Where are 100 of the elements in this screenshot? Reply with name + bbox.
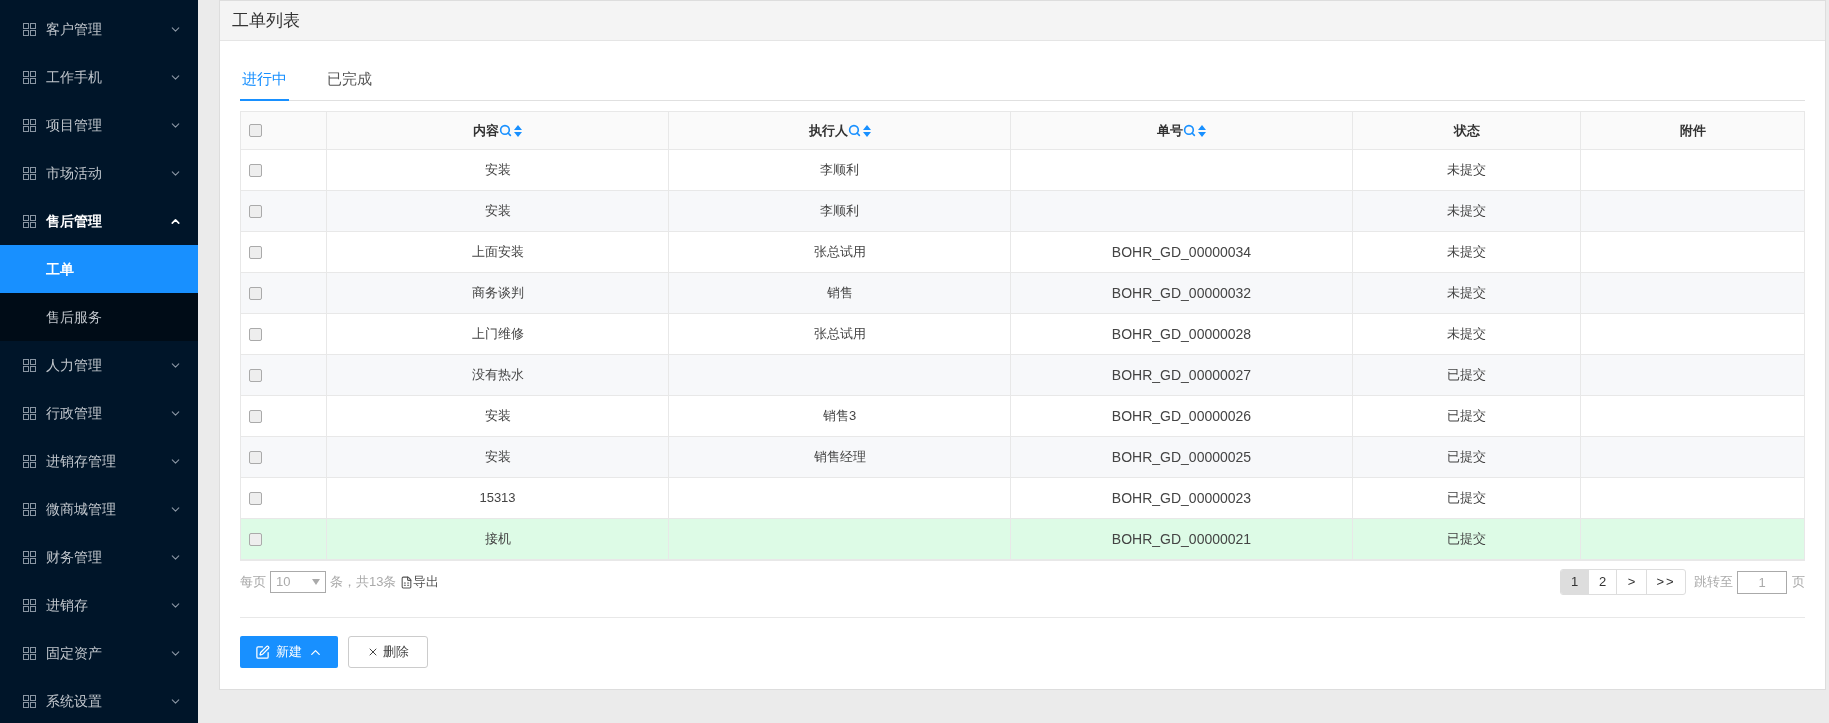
sidebar-item[interactable]: 市场活动: [0, 149, 198, 197]
sort-icon[interactable]: [514, 124, 522, 137]
grid-icon: [23, 22, 36, 36]
table-cell-text: 已提交: [1447, 448, 1486, 467]
table-cell-text: BOHR_GD_00000021: [1111, 529, 1252, 549]
checkbox[interactable]: [249, 491, 262, 505]
column-header: 单号: [1157, 121, 1183, 140]
sort-icon[interactable]: [862, 124, 871, 137]
grid-icon: [23, 214, 36, 228]
table-row[interactable]: 安装 销售3 BOHR_GD_00000026 已提交: [241, 396, 1804, 437]
grid-icon: [23, 694, 36, 708]
grid-icon: [23, 502, 36, 516]
search-icon[interactable]: [1183, 124, 1196, 137]
table-cell-text: 未提交: [1447, 243, 1486, 262]
table-cell-text: 上面安装: [471, 243, 524, 262]
sidebar-item[interactable]: 项目管理: [0, 101, 198, 149]
table-row[interactable]: 上面安装 张总试用 BOHR_GD_00000034 未提交: [241, 232, 1804, 273]
sidebar-item[interactable]: 进销存: [0, 581, 198, 629]
sidebar-item[interactable]: 售后管理: [0, 197, 198, 245]
checkbox[interactable]: [249, 368, 262, 382]
sidebar-item[interactable]: 进销存管理: [0, 437, 198, 485]
page-button[interactable]: 1: [1561, 570, 1589, 594]
table-row[interactable]: 上门维修 张总试用 BOHR_GD_00000028 未提交: [241, 314, 1804, 355]
checkbox[interactable]: [249, 286, 262, 300]
checkbox[interactable]: [249, 204, 262, 218]
sidebar-item[interactable]: 工作手机: [0, 53, 198, 101]
table-cell-text: 销售3: [822, 407, 857, 426]
grid-icon: [23, 646, 36, 660]
last-page-button[interactable]: >>: [1647, 570, 1685, 594]
table-cell-text: 已提交: [1447, 489, 1486, 508]
table-cell-text: 销售: [826, 284, 853, 303]
table-cell-text: 张总试用: [813, 243, 866, 262]
column-header: 执行人: [808, 121, 848, 140]
sidebar-item[interactable]: 人力管理: [0, 341, 198, 389]
sort-icon[interactable]: [1198, 124, 1206, 137]
checkbox[interactable]: [249, 163, 262, 177]
grid-icon: [23, 406, 36, 420]
search-icon[interactable]: [847, 124, 861, 137]
table-cell-text: 销售经理: [813, 448, 866, 467]
checkbox[interactable]: [249, 532, 262, 546]
table-cell-text: 已提交: [1447, 407, 1486, 426]
grid-icon: [23, 454, 36, 468]
search-icon[interactable]: [499, 124, 512, 137]
sidebar-item[interactable]: 行政管理: [0, 389, 198, 437]
delete-button[interactable]: 删除: [348, 636, 428, 668]
grid-icon: [23, 70, 36, 84]
table-cell-text: 安装: [484, 202, 511, 221]
checkbox[interactable]: [249, 124, 262, 137]
table-row[interactable]: 15313 BOHR_GD_00000023 已提交: [241, 478, 1804, 519]
sidebar-item[interactable]: 固定资产: [0, 629, 198, 677]
sidebar-item[interactable]: 财务管理: [0, 533, 198, 581]
table-cell-text: BOHR_GD_00000028: [1111, 324, 1252, 344]
table-cell-text: BOHR_GD_00000026: [1111, 406, 1252, 426]
table-cell-text: 未提交: [1447, 161, 1486, 180]
sidebar-item[interactable]: 客户管理: [0, 5, 198, 53]
tab[interactable]: 已完成: [325, 59, 374, 101]
table-cell-text: 未提交: [1447, 202, 1486, 221]
table-cell-text: 未提交: [1447, 325, 1486, 344]
total-count: 条，共13条: [330, 573, 397, 592]
table-cell-text: 安装: [484, 161, 511, 180]
table-cell-text: 接机: [484, 530, 511, 549]
checkbox[interactable]: [249, 409, 262, 423]
table-cell-text: 商务谈判: [471, 284, 524, 303]
close-icon: [367, 646, 379, 658]
grid-icon: [23, 118, 36, 132]
table-cell-text: 安装: [484, 407, 511, 426]
checkbox[interactable]: [249, 327, 262, 341]
grid-icon: [23, 358, 36, 372]
table-cell-text: BOHR_GD_00000025: [1111, 447, 1252, 467]
table-cell-text: 李顺利: [820, 202, 859, 221]
table-cell-text: 已提交: [1447, 530, 1486, 549]
per-page-label: 每页: [240, 573, 266, 592]
table-cell-text: 已提交: [1447, 366, 1486, 385]
checkbox[interactable]: [249, 450, 262, 464]
table-row[interactable]: 接机 BOHR_GD_00000021 已提交: [241, 519, 1804, 560]
page-header: 工单列表: [220, 1, 1825, 41]
sidebar-item[interactable]: 微商城管理: [0, 485, 198, 533]
table-row[interactable]: 商务谈判 销售 BOHR_GD_00000032 未提交: [241, 273, 1804, 314]
grid-icon: [23, 550, 36, 564]
submenu-item[interactable]: 售后服务: [0, 293, 198, 341]
table-cell-text: 未提交: [1447, 284, 1486, 303]
table-row[interactable]: 安装 李顺利 未提交: [241, 150, 1804, 191]
checkbox[interactable]: [249, 245, 262, 259]
column-header: 状态: [1453, 121, 1480, 140]
table-cell-text: 安装: [484, 448, 511, 467]
table-row[interactable]: 安装 销售经理 BOHR_GD_00000025 已提交: [241, 437, 1804, 478]
grid-icon: [23, 166, 36, 180]
export-button[interactable]: 导出: [400, 572, 440, 592]
table-row[interactable]: 安装 李顺利 未提交: [241, 191, 1804, 232]
page-unit: 页: [1792, 573, 1805, 592]
table-cell-text: BOHR_GD_00000023: [1111, 488, 1252, 508]
column-header: 附件: [1679, 121, 1706, 140]
next-page-button[interactable]: >: [1617, 570, 1647, 594]
column-header: 内容: [473, 121, 499, 140]
table-cell-text: BOHR_GD_00000027: [1111, 365, 1252, 385]
table-row[interactable]: 没有热水 BOHR_GD_00000027 已提交: [241, 355, 1804, 396]
edit-icon: [255, 644, 270, 660]
table-cell-text: 15313: [479, 489, 516, 508]
sidebar-item[interactable]: 系统设置: [0, 677, 198, 723]
spreadsheet-icon: [400, 575, 414, 589]
